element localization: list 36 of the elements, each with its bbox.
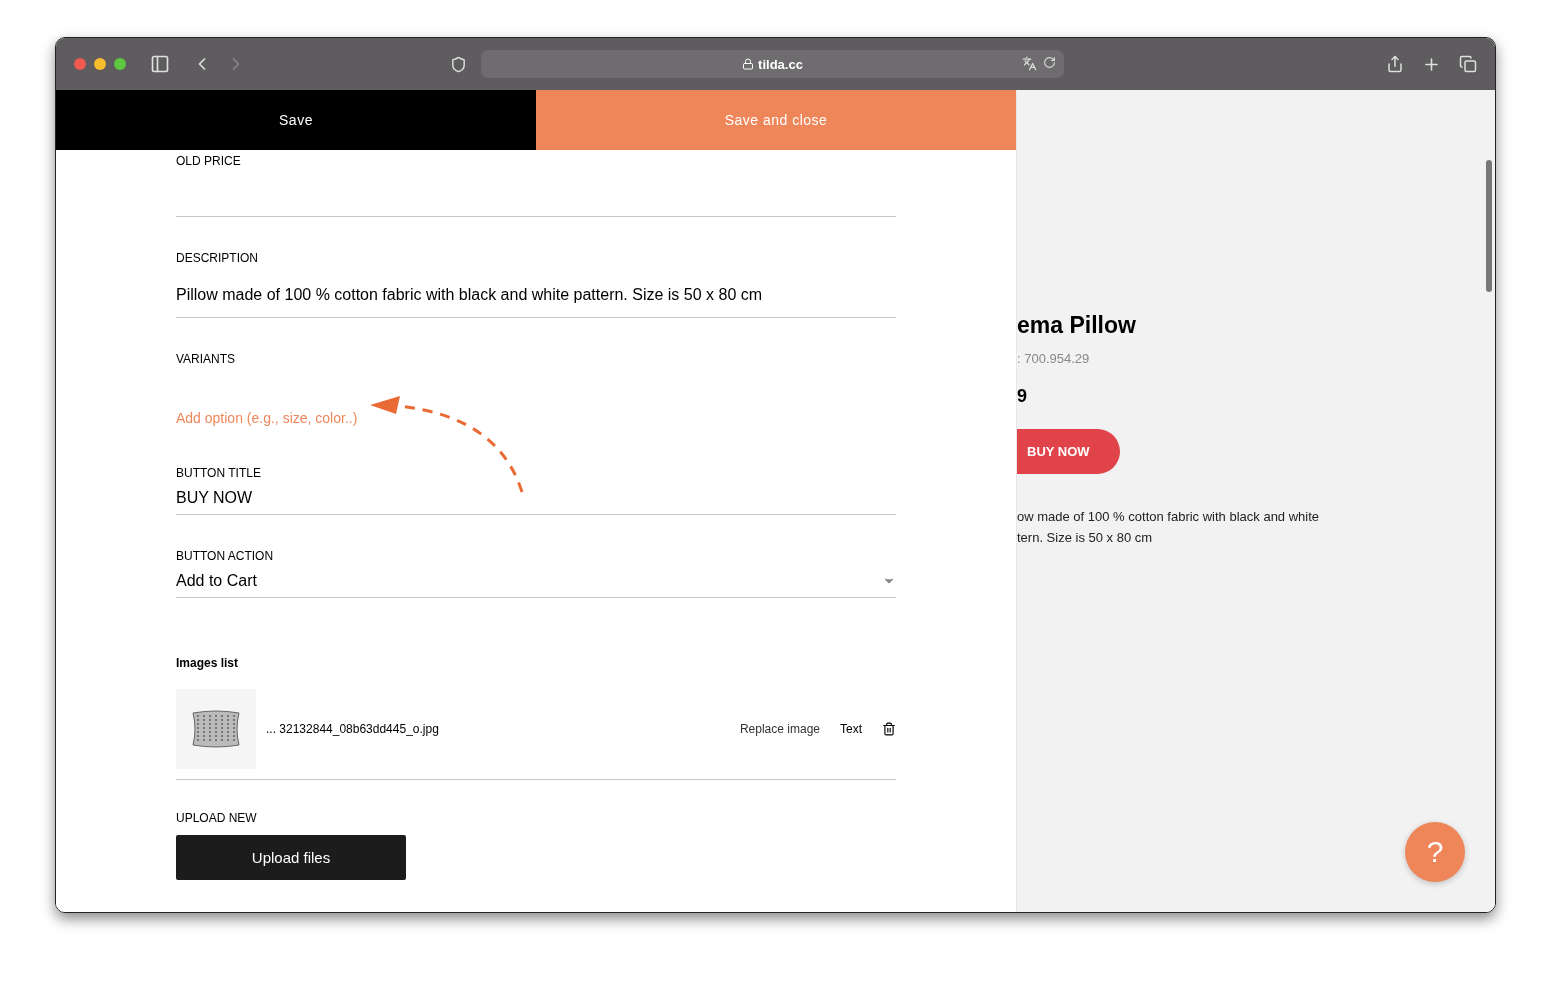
field-label: VARIANTS (176, 352, 237, 366)
product-title: ema Pillow (1017, 312, 1136, 339)
images-heading: Images list (176, 656, 240, 670)
shield-icon[interactable] (450, 55, 467, 73)
buy-button[interactable]: BUY NOW (1017, 429, 1120, 474)
save-button[interactable]: Save (56, 90, 536, 150)
close-dot[interactable] (74, 58, 86, 70)
lock-icon (742, 58, 755, 70)
field-label: DESCRIPTION (176, 251, 259, 265)
input-field[interactable]: BUY NOW (176, 484, 896, 514)
sidebar-icon[interactable] (150, 54, 170, 74)
input-field[interactable]: Pillow made of 100 % cotton fabric with black and white pattern. Size is 50 x 80 cm (176, 281, 896, 317)
address-bar[interactable]: tilda.cc (481, 50, 1064, 78)
product-sku: : 700.954.29 (1017, 351, 1090, 366)
image-action-link[interactable]: Replace image (739, 722, 820, 736)
product-description: tern. Size is 50 x 80 cm (1017, 529, 1153, 547)
field-label: OLD PRICE (176, 154, 242, 168)
delete-icon[interactable] (882, 722, 896, 736)
dropdown-field[interactable]: Add to Cart (176, 567, 896, 597)
scrollbar[interactable] (1486, 160, 1492, 292)
zoom-dot[interactable] (114, 58, 126, 70)
product-description: ow made of 100 % cotton fabric with black and white (1017, 508, 1320, 526)
translate-icon[interactable] (1022, 56, 1037, 71)
minimize-dot[interactable] (94, 58, 106, 70)
url-text: tilda.cc (758, 56, 803, 72)
field-label: BUTTON TITLE (176, 466, 262, 480)
file-name: ... 32132844_08b63dd445_o.jpg (266, 722, 440, 736)
product-price: 9 (1017, 386, 1027, 407)
image-action-link[interactable]: Text (840, 722, 862, 736)
share-icon[interactable] (1386, 55, 1404, 73)
field-label: UPLOAD NEW (176, 811, 258, 825)
reload-icon[interactable] (1043, 56, 1056, 69)
pillow-image (189, 709, 243, 749)
field-label: BUTTON ACTION (176, 549, 275, 563)
tabs-icon[interactable] (1459, 55, 1477, 73)
upload-button[interactable]: Upload files (176, 835, 406, 880)
